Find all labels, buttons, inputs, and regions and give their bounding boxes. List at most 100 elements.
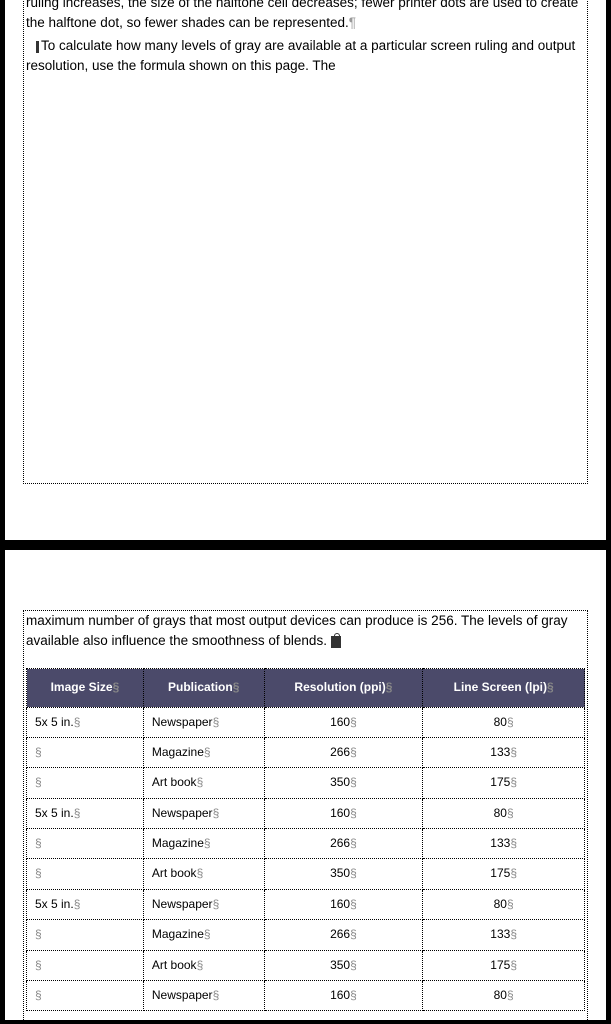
table-cell[interactable]: 266§ bbox=[264, 737, 423, 767]
table-header[interactable]: Line Screen (lpi)§ bbox=[423, 669, 585, 707]
section-mark-icon: § bbox=[350, 866, 357, 880]
table-cell[interactable]: 175§ bbox=[423, 859, 585, 889]
cell-text: 175 bbox=[490, 958, 510, 972]
cell-text: 266 bbox=[330, 836, 350, 850]
cell-text: 175 bbox=[490, 866, 510, 880]
table-cell[interactable]: 350§ bbox=[264, 950, 423, 980]
table-cell[interactable]: 133§ bbox=[423, 920, 585, 950]
table-cell[interactable]: Art book§ bbox=[143, 950, 264, 980]
section-mark-icon: § bbox=[197, 775, 204, 789]
table-header[interactable]: Image Size§ bbox=[27, 669, 144, 707]
section-mark-icon: § bbox=[74, 897, 81, 911]
section-mark-icon: § bbox=[35, 927, 42, 941]
table-row[interactable]: §Art book§350§175§ bbox=[27, 768, 585, 798]
section-mark-icon: § bbox=[507, 897, 514, 911]
table-cell[interactable]: 5x 5 in.§ bbox=[27, 798, 144, 828]
table-row[interactable]: § Magazine§266§133§ bbox=[27, 920, 585, 950]
section-mark-icon: § bbox=[204, 836, 211, 850]
table-header[interactable]: Resolution (ppi)§ bbox=[264, 669, 423, 707]
table-cell[interactable]: 266§ bbox=[264, 829, 423, 859]
table-cell[interactable]: 350§ bbox=[264, 768, 423, 798]
table-cell[interactable]: Magazine§ bbox=[143, 737, 264, 767]
section-mark-icon: § bbox=[507, 988, 514, 1002]
section-mark-icon: § bbox=[204, 745, 211, 759]
table-cell[interactable]: Art book§ bbox=[143, 768, 264, 798]
paragraph-text: To calculate how many levels of gray are… bbox=[26, 38, 575, 73]
table-cell[interactable]: 160§ bbox=[264, 889, 423, 919]
table-cell[interactable]: 160§ bbox=[264, 707, 423, 737]
table-cell[interactable]: 133§ bbox=[423, 737, 585, 767]
document-page-1: ruling increases, the size of the halfto… bbox=[5, 0, 606, 540]
table-header-row: Image Size§ Publication§ Resolution (ppi… bbox=[27, 669, 585, 707]
table-row[interactable]: 5x 5 in.§Newspaper§160§80§ bbox=[27, 707, 585, 737]
table-cell[interactable]: Magazine§ bbox=[143, 920, 264, 950]
table-cell[interactable]: 80§ bbox=[423, 798, 585, 828]
table-cell[interactable]: 5x 5 in.§ bbox=[27, 889, 144, 919]
indent-marker-icon bbox=[36, 41, 39, 53]
section-mark-icon: § bbox=[350, 745, 357, 759]
pilcrow-icon: ¶ bbox=[349, 15, 356, 30]
cell-text: 160 bbox=[330, 715, 350, 729]
section-mark-icon: § bbox=[35, 745, 42, 759]
anchor-icon bbox=[331, 636, 341, 648]
section-mark-icon: § bbox=[547, 680, 554, 694]
cell-text: 80 bbox=[494, 715, 507, 729]
table-cell[interactable]: 175§ bbox=[423, 768, 585, 798]
table-row[interactable]: 5x 5 in.§Newspaper§160§80§ bbox=[27, 798, 585, 828]
section-mark-icon: § bbox=[350, 836, 357, 850]
table-row[interactable]: §Art book§350§175§ bbox=[27, 859, 585, 889]
data-table[interactable]: Image Size§ Publication§ Resolution (ppi… bbox=[26, 668, 585, 1011]
section-mark-icon: § bbox=[213, 988, 220, 1002]
section-mark-icon: § bbox=[213, 897, 220, 911]
table-cell[interactable]: 350§ bbox=[264, 859, 423, 889]
section-mark-icon: § bbox=[35, 988, 42, 1002]
table-cell[interactable]: § bbox=[27, 859, 144, 889]
section-mark-icon: § bbox=[507, 715, 514, 729]
table-cell[interactable]: 80§ bbox=[423, 707, 585, 737]
table-cell[interactable]: Newspaper§ bbox=[143, 889, 264, 919]
table-row[interactable]: §Magazine§266§133§ bbox=[27, 829, 585, 859]
table-cell[interactable]: 5x 5 in.§ bbox=[27, 707, 144, 737]
table-cell[interactable]: § bbox=[27, 981, 144, 1011]
section-mark-icon: § bbox=[197, 958, 204, 972]
table-cell[interactable]: Art book§ bbox=[143, 859, 264, 889]
section-mark-icon: § bbox=[386, 680, 393, 694]
table-row[interactable]: §Magazine§266§133§ bbox=[27, 737, 585, 767]
table-cell[interactable]: § bbox=[27, 950, 144, 980]
table-header[interactable]: Publication§ bbox=[143, 669, 264, 707]
cell-text: 133 bbox=[490, 927, 510, 941]
table-cell[interactable]: § bbox=[27, 737, 144, 767]
cell-text: 266 bbox=[330, 927, 350, 941]
table-cell[interactable]: 80§ bbox=[423, 981, 585, 1011]
cell-text: Art book bbox=[152, 866, 197, 880]
table-cell[interactable]: 160§ bbox=[264, 981, 423, 1011]
table-cell[interactable]: 160§ bbox=[264, 798, 423, 828]
table-cell[interactable]: Newspaper§ bbox=[143, 981, 264, 1011]
body-paragraph[interactable]: maximum number of grays that most output… bbox=[26, 611, 585, 650]
section-mark-icon: § bbox=[350, 775, 357, 789]
table-cell[interactable]: Newspaper§ bbox=[143, 707, 264, 737]
table-cell[interactable]: Newspaper§ bbox=[143, 798, 264, 828]
text-frame-1[interactable]: ruling increases, the size of the halfto… bbox=[23, 0, 588, 484]
body-paragraph[interactable]: To calculate how many levels of gray are… bbox=[26, 36, 585, 75]
cell-text: 5x 5 in. bbox=[35, 897, 74, 911]
table-cell[interactable]: 80§ bbox=[423, 889, 585, 919]
table-row[interactable]: §Art book§350§175§ bbox=[27, 950, 585, 980]
table-cell[interactable]: 266§ bbox=[264, 920, 423, 950]
table-cell[interactable]: 175§ bbox=[423, 950, 585, 980]
paragraph-text: ruling increases, the size of the halfto… bbox=[26, 0, 578, 30]
table-cell[interactable]: § bbox=[27, 920, 144, 950]
table-body: 5x 5 in.§Newspaper§160§80§§Magazine§266§… bbox=[27, 707, 585, 1011]
table-cell[interactable]: § bbox=[27, 829, 144, 859]
table-row[interactable]: §Newspaper§160§80§ bbox=[27, 981, 585, 1011]
table-row[interactable]: 5x 5 in.§Newspaper§160§80§ bbox=[27, 889, 585, 919]
table-cell[interactable]: Magazine§ bbox=[143, 829, 264, 859]
table-cell[interactable]: § bbox=[27, 768, 144, 798]
body-paragraph[interactable]: ruling increases, the size of the halfto… bbox=[26, 0, 585, 32]
text-frame-2[interactable]: maximum number of grays that most output… bbox=[23, 610, 588, 1024]
header-text: Publication bbox=[168, 680, 233, 694]
table-cell[interactable]: 133§ bbox=[423, 829, 585, 859]
paragraph-text: maximum number of grays that most output… bbox=[26, 613, 568, 648]
section-mark-icon: § bbox=[350, 988, 357, 1002]
section-mark-icon: § bbox=[213, 715, 220, 729]
